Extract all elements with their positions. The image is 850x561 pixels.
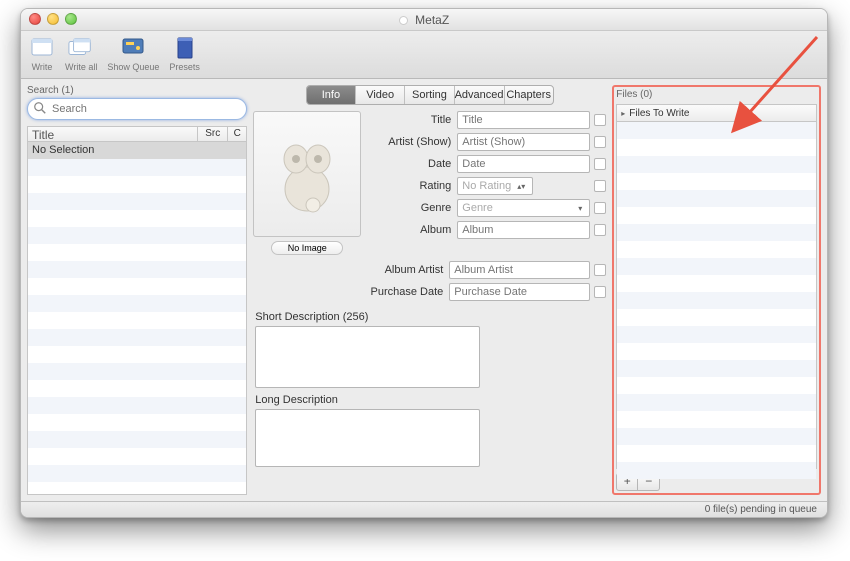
artist-show-label: Artist (Show) [371, 136, 457, 148]
zoom-window-button[interactable] [65, 13, 77, 25]
album-artist-field[interactable] [449, 261, 590, 279]
files-to-write-label: Files To Write [629, 108, 689, 119]
genre-checkbox[interactable] [594, 202, 606, 214]
editor-tabs: Info Video Sorting Advanced Chapters [306, 85, 554, 105]
window-title-text: MetaZ [415, 13, 449, 27]
artwork-well[interactable] [253, 111, 361, 237]
long-desc-field[interactable] [255, 409, 480, 467]
album-artist-checkbox[interactable] [594, 264, 606, 276]
long-desc-label: Long Description [255, 394, 606, 406]
search-results-list[interactable]: No Selection [27, 142, 247, 495]
col-c[interactable]: C [228, 127, 246, 141]
write-all-icon [68, 35, 94, 61]
genre-value: Genre [462, 202, 493, 214]
date-checkbox[interactable] [594, 158, 606, 170]
tab-advanced[interactable]: Advanced [455, 86, 505, 104]
album-checkbox[interactable] [594, 224, 606, 236]
col-src[interactable]: Src [198, 127, 228, 141]
title-label: Title [371, 114, 457, 126]
presets-label: Presets [169, 62, 200, 72]
album-label: Album [371, 224, 457, 236]
tab-video[interactable]: Video [356, 86, 405, 104]
chevron-down-icon: ▾ [575, 204, 585, 213]
chevron-updown-icon: ▴▾ [514, 182, 528, 191]
search-icon [33, 101, 47, 115]
content-area: Search (1) Title Src C No Selection [21, 79, 827, 501]
purchase-date-label: Purchase Date [253, 286, 449, 298]
short-desc-field[interactable] [255, 326, 480, 388]
traffic-lights [29, 13, 77, 25]
title-bar: MetaZ [21, 9, 827, 31]
purchase-date-field[interactable] [449, 283, 590, 301]
no-selection-row[interactable]: No Selection [28, 142, 246, 159]
no-image-button[interactable]: No Image [271, 241, 343, 255]
tab-info[interactable]: Info [307, 86, 356, 104]
tab-chapters[interactable]: Chapters [505, 86, 553, 104]
write-all-label: Write all [65, 62, 97, 72]
write-button[interactable]: Write [29, 35, 55, 72]
rating-label: Rating [371, 180, 457, 192]
status-bar: 0 file(s) pending in queue [21, 501, 827, 517]
genre-select[interactable]: Genre ▾ [457, 199, 590, 217]
write-all-button[interactable]: Write all [65, 35, 97, 72]
queue-icon [120, 35, 146, 61]
presets-icon [172, 35, 198, 61]
search-field-wrap [27, 98, 247, 120]
app-window: MetaZ Write Write all Show Queue P [20, 8, 828, 518]
artist-show-field[interactable] [457, 133, 590, 151]
date-field[interactable] [457, 155, 590, 173]
artwork-placeholder-icon [272, 129, 342, 219]
tab-sorting[interactable]: Sorting [405, 86, 454, 104]
write-icon [29, 35, 55, 61]
window-title: MetaZ [21, 9, 827, 31]
artist-show-checkbox[interactable] [594, 136, 606, 148]
close-window-button[interactable] [29, 13, 41, 25]
write-label: Write [32, 62, 53, 72]
purchase-date-checkbox[interactable] [594, 286, 606, 298]
title-checkbox[interactable] [594, 114, 606, 126]
search-heading: Search (1) [27, 85, 247, 96]
album-artist-label: Album Artist [253, 264, 449, 276]
disclosure-triangle-icon[interactable]: ▸ [621, 109, 625, 118]
toolbar: Write Write all Show Queue Presets [21, 31, 827, 79]
search-panel: Search (1) Title Src C No Selection [27, 85, 247, 495]
album-field[interactable] [457, 221, 590, 239]
date-label: Date [371, 158, 457, 170]
document-proxy-icon [399, 16, 408, 25]
rating-value: No Rating [462, 180, 511, 192]
files-panel-highlight: Files (0) ▸ Files To Write + − [612, 85, 821, 495]
title-field[interactable] [457, 111, 590, 129]
files-list[interactable]: ▸ Files To Write [616, 104, 817, 469]
show-queue-button[interactable]: Show Queue [107, 35, 159, 72]
presets-button[interactable]: Presets [169, 35, 200, 72]
status-text: 0 file(s) pending in queue [705, 504, 817, 515]
search-input[interactable] [27, 98, 247, 120]
short-desc-label: Short Description (256) [255, 311, 606, 323]
rating-select[interactable]: No Rating▴▾ [457, 177, 533, 195]
show-queue-label: Show Queue [107, 62, 159, 72]
files-heading: Files (0) [616, 89, 817, 100]
editor-panel: Info Video Sorting Advanced Chapters [253, 85, 606, 495]
files-to-write-header[interactable]: ▸ Files To Write [617, 105, 816, 122]
rating-checkbox[interactable] [594, 180, 606, 192]
genre-label: Genre [371, 202, 457, 214]
col-title[interactable]: Title [28, 127, 198, 141]
search-list-header: Title Src C [27, 126, 247, 142]
minimize-window-button[interactable] [47, 13, 59, 25]
